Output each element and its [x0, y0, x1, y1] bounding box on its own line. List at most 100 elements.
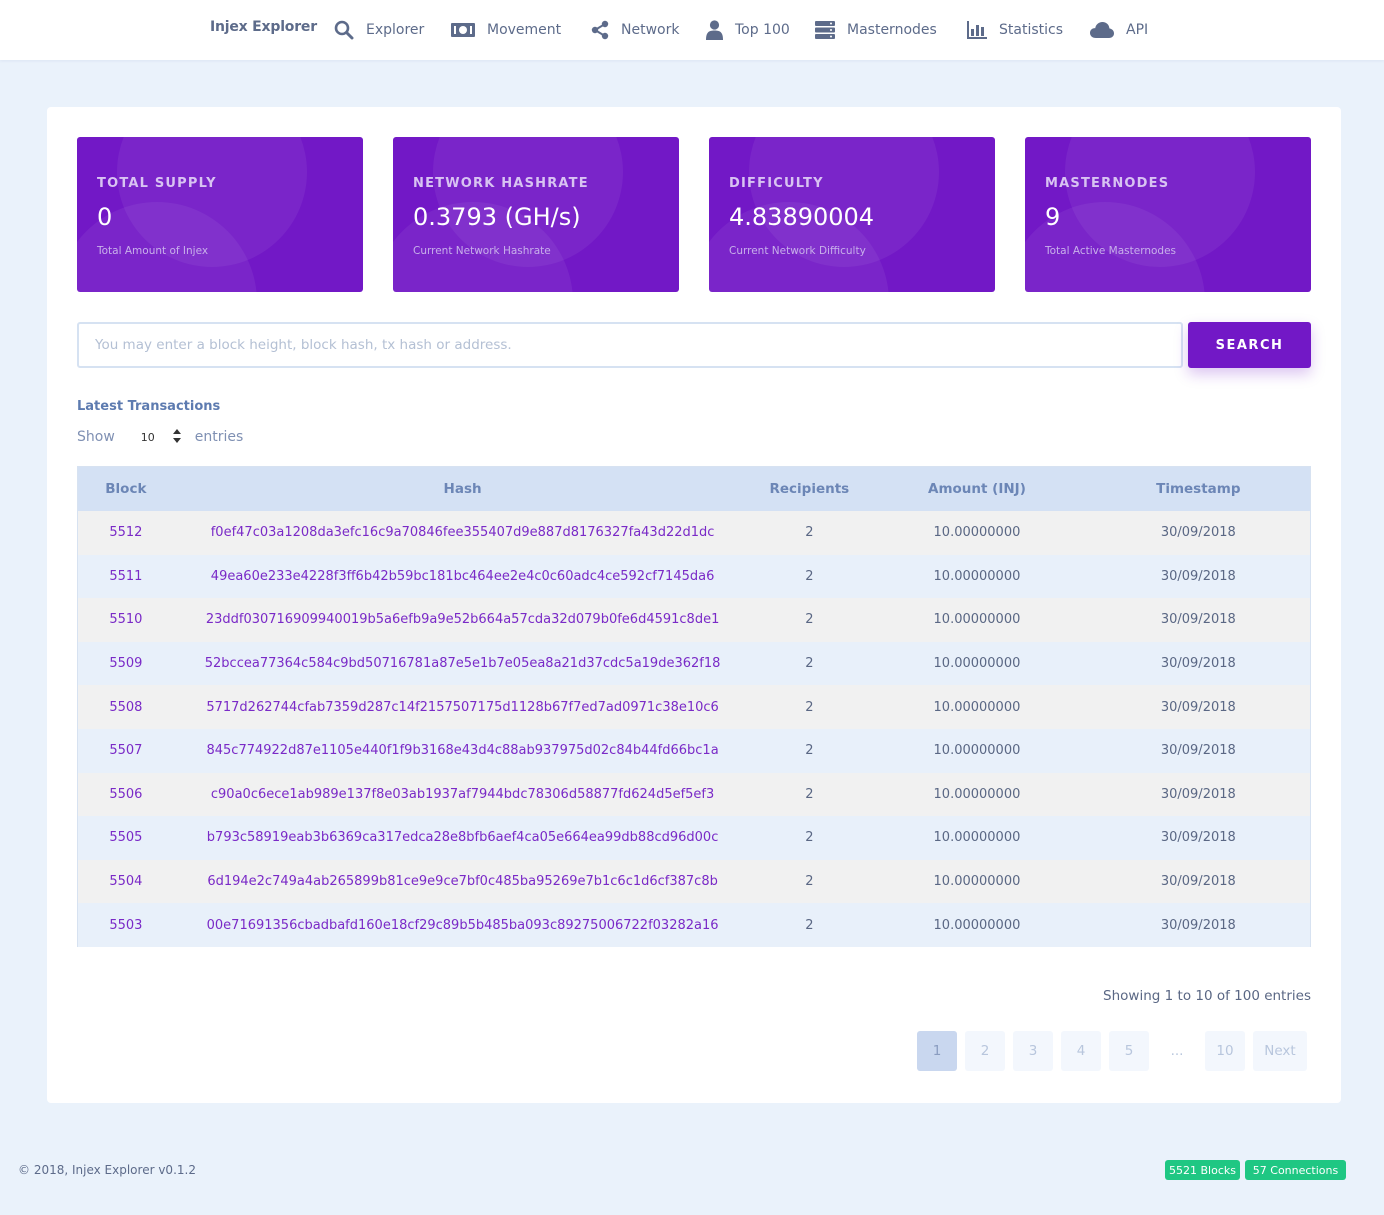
stat-value: 4.83890004	[729, 203, 875, 231]
hash-link[interactable]: 5717d262744cfab7359d287c14f2157507175d11…	[174, 685, 752, 729]
stat-title: DIFFICULTY	[729, 176, 824, 191]
table-row: 5507 845c774922d87e1105e440f1f9b3168e43d…	[78, 728, 1310, 773]
show-entries-control: Show 10 entries	[77, 426, 243, 448]
amount-cell: 10.00000000	[933, 743, 1021, 759]
hash-link[interactable]: f0ef47c03a1208da3efc16c9a70846fee355407d…	[174, 511, 752, 555]
server-icon	[815, 21, 835, 39]
timestamp-cell: 30/09/2018	[1160, 830, 1236, 846]
page-ellipsis: ...	[1170, 1043, 1184, 1059]
recipients-cell: 2	[805, 743, 814, 759]
block-link[interactable]: 5508	[78, 685, 174, 729]
hash-link[interactable]: 845c774922d87e1105e440f1f9b3168e43d4c88a…	[174, 729, 752, 773]
page-button-10[interactable]: 10	[1205, 1031, 1245, 1071]
page-button-4[interactable]: 4	[1061, 1031, 1101, 1071]
hash-link[interactable]: b793c58919eab3b6369ca317edca28e8bfb6aef4…	[174, 816, 752, 860]
brand-link[interactable]: Injex Explorer	[210, 19, 317, 35]
amount-cell: 10.00000000	[933, 830, 1021, 846]
nav-top100[interactable]: Top 100	[706, 17, 790, 43]
table-row: 5508 5717d262744cfab7359d287c14f21575071…	[78, 685, 1310, 729]
stat-network-hashrate: NETWORK HASHRATE 0.3793 (GH/s) Current N…	[393, 137, 679, 292]
hash-link[interactable]: 23ddf030716909940019b5a6efb9a9e52b664a57…	[174, 598, 752, 642]
page-button-5[interactable]: 5	[1109, 1031, 1149, 1071]
search-button[interactable]: SEARCH	[1188, 322, 1311, 368]
stat-description: Current Network Hashrate	[413, 245, 551, 257]
cloud-icon	[1090, 21, 1114, 39]
block-link[interactable]: 5507	[78, 729, 174, 773]
entries-select[interactable]: 10	[141, 426, 181, 448]
amount-cell: 10.00000000	[933, 786, 1021, 802]
stat-title: TOTAL SUPPLY	[97, 176, 217, 191]
amount-cell: 10.00000000	[933, 699, 1021, 715]
recipients-cell: 2	[805, 525, 814, 541]
header-recipients[interactable]: Recipients	[751, 467, 867, 511]
timestamp-cell: 30/09/2018	[1160, 743, 1236, 759]
block-link[interactable]: 5503	[78, 903, 174, 947]
block-link[interactable]: 5510	[78, 598, 174, 642]
recipients-cell: 2	[805, 568, 814, 584]
amount-cell: 10.00000000	[933, 917, 1021, 933]
hash-link[interactable]: c90a0c6ece1ab989e137f8e03ab1937af7944bdc…	[174, 773, 752, 817]
sort-arrows-icon	[172, 429, 181, 446]
block-link[interactable]: 5512	[78, 511, 174, 555]
timestamp-cell: 30/09/2018	[1160, 612, 1236, 628]
hash-link[interactable]: 49ea60e233e4228f3ff6b42b59bc181bc464ee2e…	[174, 555, 752, 599]
page-button-1[interactable]: 1	[917, 1031, 957, 1071]
search-input[interactable]	[77, 322, 1183, 368]
timestamp-cell: 30/09/2018	[1160, 568, 1236, 584]
money-icon	[451, 22, 475, 38]
hash-link[interactable]: 00e71691356cbadbafd160e18cf29c89b5b485ba…	[174, 903, 752, 947]
timestamp-cell: 30/09/2018	[1160, 699, 1236, 715]
nav-masternodes[interactable]: Masternodes	[815, 17, 937, 43]
next-page-button[interactable]: Next	[1253, 1031, 1307, 1071]
block-link[interactable]: 5511	[78, 555, 174, 599]
nav-explorer[interactable]: Explorer	[334, 17, 424, 43]
block-link[interactable]: 5505	[78, 816, 174, 860]
block-link[interactable]: 5509	[78, 642, 174, 686]
stat-value: 0.3793 (GH/s)	[413, 203, 581, 231]
table-row: 5505 b793c58919eab3b6369ca317edca28e8bfb…	[78, 816, 1310, 860]
header-timestamp[interactable]: Timestamp	[1087, 467, 1310, 511]
table-header-row: Block Hash Recipients Amount (INJ) Times…	[78, 467, 1310, 511]
bar-chart-icon	[967, 21, 987, 39]
stat-title: MASTERNODES	[1045, 176, 1170, 191]
header-amount[interactable]: Amount (INJ)	[867, 467, 1086, 511]
stat-value: 0	[97, 203, 113, 231]
main-card: TOTAL SUPPLY 0 Total Amount of Injex NET…	[47, 107, 1341, 1103]
pagination-info: Showing 1 to 10 of 100 entries	[1103, 988, 1311, 1004]
block-link[interactable]: 5506	[78, 773, 174, 817]
stat-description: Total Amount of Injex	[97, 245, 209, 257]
timestamp-cell: 30/09/2018	[1160, 917, 1236, 933]
header-hash[interactable]: Hash	[174, 467, 752, 511]
table-row: 5511 49ea60e233e4228f3ff6b42b59bc181bc46…	[78, 554, 1310, 599]
recipients-cell: 2	[805, 917, 814, 933]
hash-link[interactable]: 6d194e2c749a4ab265899b81ce9e9ce7bf0c485b…	[174, 860, 752, 904]
stat-difficulty: DIFFICULTY 4.83890004 Current Network Di…	[709, 137, 995, 292]
block-link[interactable]: 5504	[78, 860, 174, 904]
stat-total-supply: TOTAL SUPPLY 0 Total Amount of Injex	[77, 137, 363, 292]
nav-top100-label: Top 100	[735, 22, 790, 38]
nav-statistics-label: Statistics	[999, 22, 1063, 38]
entries-label: entries	[194, 429, 244, 445]
timestamp-cell: 30/09/2018	[1160, 525, 1236, 541]
nav-statistics[interactable]: Statistics	[967, 17, 1063, 43]
stat-description: Current Network Difficulty	[729, 245, 866, 257]
nav-network[interactable]: Network	[591, 17, 679, 43]
header-block[interactable]: Block	[78, 467, 174, 511]
table-row: 5504 6d194e2c749a4ab265899b81ce9e9ce7bf0…	[78, 859, 1310, 904]
recipients-cell: 2	[805, 656, 814, 672]
nav-movement[interactable]: Movement	[451, 17, 561, 43]
nav-api[interactable]: API	[1090, 17, 1148, 43]
timestamp-cell: 30/09/2018	[1160, 786, 1236, 802]
copyright-text: © 2018, Injex Explorer v0.1.2	[18, 1163, 196, 1177]
page-button-2[interactable]: 2	[965, 1031, 1005, 1071]
recipients-cell: 2	[805, 830, 814, 846]
nav-explorer-label: Explorer	[366, 22, 425, 38]
page-button-3[interactable]: 3	[1013, 1031, 1053, 1071]
recipients-cell: 2	[805, 612, 814, 628]
show-label: Show	[77, 429, 115, 445]
recipients-cell: 2	[805, 786, 814, 802]
stat-description: Total Active Masternodes	[1045, 245, 1177, 257]
user-icon	[706, 20, 723, 40]
hash-link[interactable]: 52bccea77364c584c9bd50716781a87e5e1b7e05…	[174, 642, 752, 686]
stat-masternodes: MASTERNODES 9 Total Active Masternodes	[1025, 137, 1311, 292]
